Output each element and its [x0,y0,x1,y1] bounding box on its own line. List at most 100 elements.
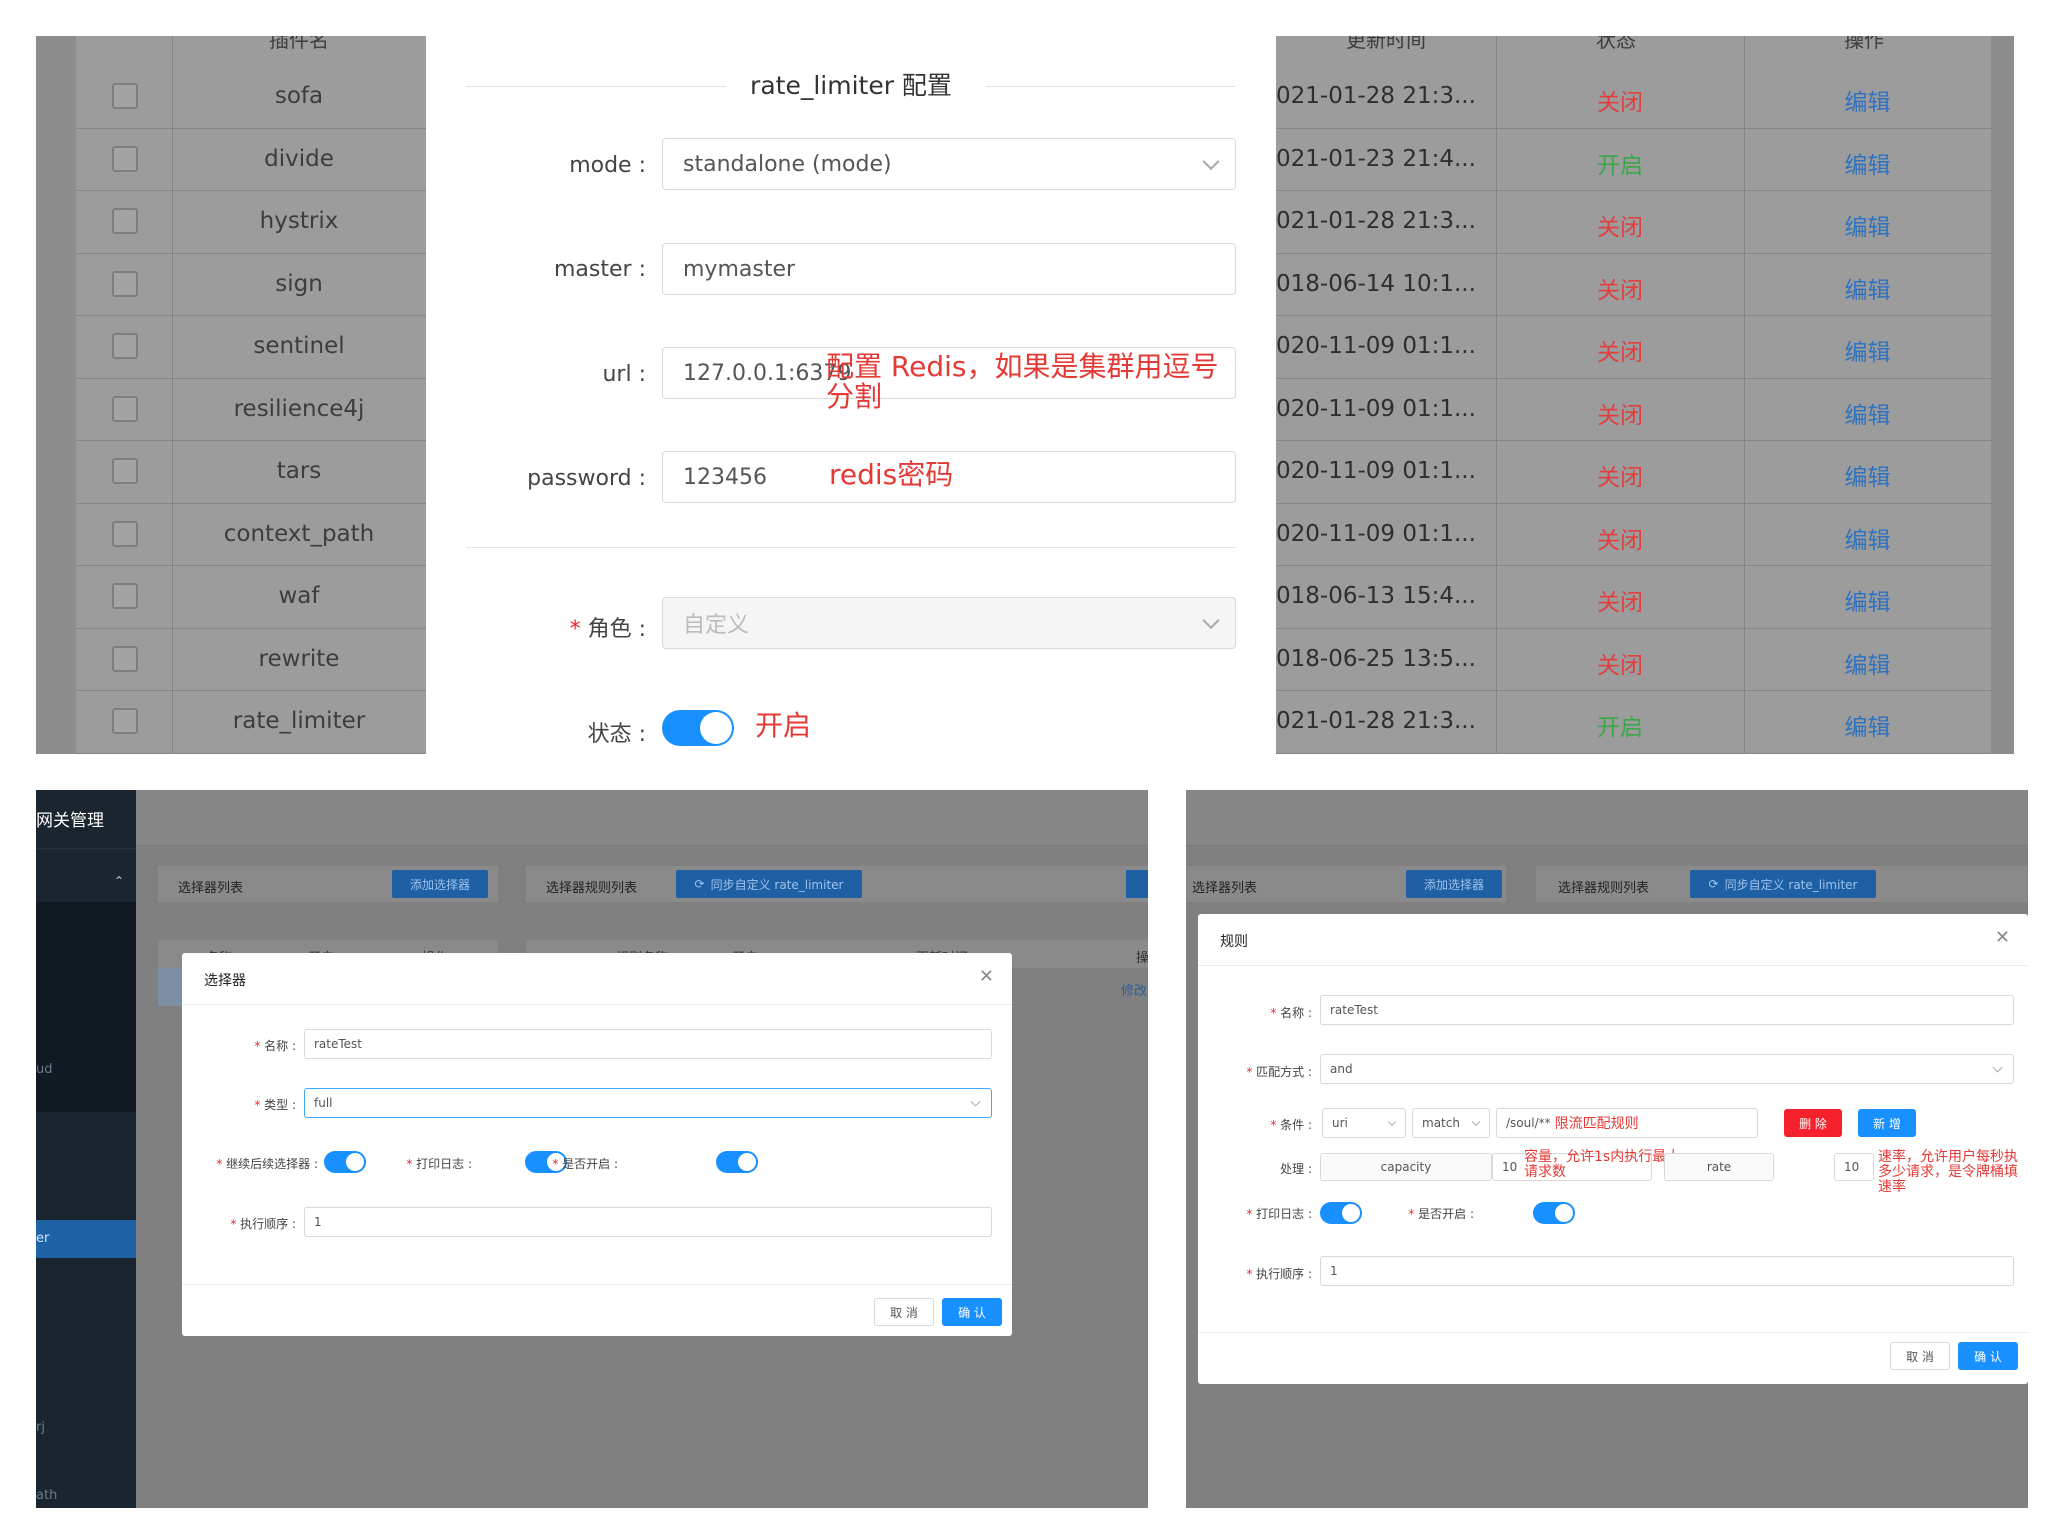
condition-value-input[interactable]: /soul/** 限流匹配规则 [1496,1108,1758,1138]
state-toggle[interactable] [662,710,734,746]
edit-link[interactable]: 编辑 [1744,83,1991,117]
toggle-knob [700,712,732,744]
capacity-addon: capacity [1320,1153,1492,1181]
edit-link[interactable]: 编辑 [1744,521,1991,555]
enable-label: 是否开启 : [518,1155,618,1172]
row-checkbox[interactable] [112,458,138,484]
row-checkbox[interactable] [112,395,138,422]
table-row: context_path [76,504,426,566]
confirm-button[interactable]: 确 认 [1958,1342,2018,1370]
chevron-down-icon [1202,153,1220,171]
name-input[interactable]: rateTest [304,1029,992,1059]
url-label: url : [602,362,646,387]
toggle-knob [1342,1204,1360,1222]
table-row: 018-06-14 10:1... 关闭 编辑 [1276,254,1991,316]
close-icon[interactable]: ✕ [1995,927,2010,948]
close-icon[interactable]: ✕ [979,966,994,987]
mode-select[interactable]: standalone (mode) [662,138,1236,190]
condition-label: 条件 : [1218,1116,1312,1133]
plugin-table-body: 插件名 sofa divide hystrix sign sentinel resilie… [76,36,426,754]
enable-toggle[interactable] [1533,1202,1576,1224]
row-checkbox[interactable] [112,520,138,547]
table-row: 020-11-09 01:1... 关闭 编辑 [1276,316,1991,379]
chevron-up-icon[interactable]: ⌃ [114,874,124,888]
rate-input[interactable]: 10 [1834,1153,1874,1181]
edit-link[interactable]: 编辑 [1744,708,1991,742]
sidebar-item-fragment[interactable]: ath [36,1488,57,1503]
status-badge: 开启 [1597,715,1643,741]
updated-time: 020-11-09 01:1... [1276,333,1476,359]
status-badge: 开启 [1597,152,1643,179]
column-header-updated: 更新时间 [1346,36,1426,52]
plugin-name: tars [276,458,322,484]
name-input[interactable]: rateTest [1320,995,2014,1025]
order-input[interactable]: 1 [1320,1256,2014,1286]
row-checkbox[interactable] [112,645,138,672]
log-toggle[interactable] [1320,1202,1362,1224]
plugin-name: resilience4j [233,395,365,422]
sync-button[interactable]: ⟳ 同步自定义 rate_limiter [676,870,862,898]
condition-param-select[interactable]: uri [1322,1108,1406,1138]
cancel-button[interactable]: 取 消 [1890,1342,1950,1370]
toggle-knob [738,1153,757,1171]
mode-label: mode : [569,153,646,178]
match-select[interactable]: and [1320,1054,2014,1084]
toggle-knob [1555,1204,1574,1222]
chevron-down-icon [1471,1117,1481,1127]
rate-limiter-config-form: rate_limiter 配置 mode : standalone (mode)… [426,36,1276,754]
enable-toggle[interactable] [716,1151,759,1173]
continue-toggle[interactable] [324,1151,366,1173]
edit-link[interactable]: 编辑 [1744,396,1991,430]
add-selector-button[interactable]: 添加选择器 [392,870,488,898]
modal-header: 选择器 ✕ [182,953,1012,1005]
rule-modal: 规则 ✕ 名称 : rateTest 匹配方式 : and 条件 : uri m… [1198,914,2028,1384]
status-badge: 关闭 [1597,590,1643,616]
sidebar-item-active[interactable]: er [36,1220,136,1258]
sidebar-item-fragment[interactable]: rj [36,1420,45,1435]
chevron-down-icon [970,1096,981,1107]
type-select[interactable]: full [304,1088,992,1118]
row-checkbox[interactable] [112,83,138,109]
delete-condition-button[interactable]: 删 除 [1784,1109,1842,1137]
edit-link[interactable]: 编辑 [1744,458,1991,492]
role-select[interactable]: 自定义 [662,597,1236,649]
order-input[interactable]: 1 [304,1207,992,1237]
edit-link[interactable]: 编辑 [1744,146,1991,180]
row-checkbox[interactable] [112,145,138,172]
toggle-knob [346,1153,364,1171]
table-row: 018-06-13 15:4... 关闭 编辑 [1276,566,1991,629]
master-input[interactable]: mymaster [662,243,1236,295]
table-row: tars [76,441,426,504]
sidebar: 网关管理 ⌃ ud er rj ath [36,790,136,1508]
confirm-button[interactable]: 确 认 [942,1298,1002,1326]
edit-link[interactable]: 修改 [1121,980,1147,999]
row-checkbox[interactable] [112,583,138,609]
condition-operator-select[interactable]: match [1412,1108,1490,1138]
cancel-button[interactable]: 取 消 [874,1298,934,1326]
cutoff-button[interactable] [1126,870,1148,898]
chevron-down-icon [1387,1117,1397,1127]
table-row: 020-11-09 01:1... 关闭 编辑 [1276,379,1991,441]
rate-value: 10 [1844,1160,1860,1174]
app-title: 网关管理 [36,811,104,831]
table-row: 018-06-25 13:5... 关闭 编辑 [1276,629,1991,691]
state-annotation: 开启 [755,709,812,742]
updated-time: 020-11-09 01:1... [1276,395,1476,422]
row-checkbox[interactable] [112,270,138,297]
add-selector-button[interactable]: 添加选择器 [1406,870,1502,898]
edit-link[interactable]: 编辑 [1744,208,1991,242]
table-row: sofa [76,66,426,129]
edit-link[interactable]: 编辑 [1744,271,1991,305]
sync-button[interactable]: ⟳ 同步自定义 rate_limiter [1690,870,1876,898]
edit-link[interactable]: 编辑 [1744,583,1991,617]
status-badge: 关闭 [1597,90,1643,116]
row-checkbox[interactable] [112,708,138,734]
edit-link[interactable]: 编辑 [1744,646,1991,680]
edit-link[interactable]: 编辑 [1744,333,1991,367]
row-checkbox[interactable] [112,333,138,359]
row-checkbox[interactable] [112,208,138,234]
add-condition-button[interactable]: 新 增 [1858,1109,1916,1137]
log-label: 打印日志 : [372,1155,472,1172]
sidebar-item-fragment[interactable]: ud [36,1062,53,1077]
table-row: 020-11-09 01:1... 关闭 编辑 [1276,504,1991,566]
